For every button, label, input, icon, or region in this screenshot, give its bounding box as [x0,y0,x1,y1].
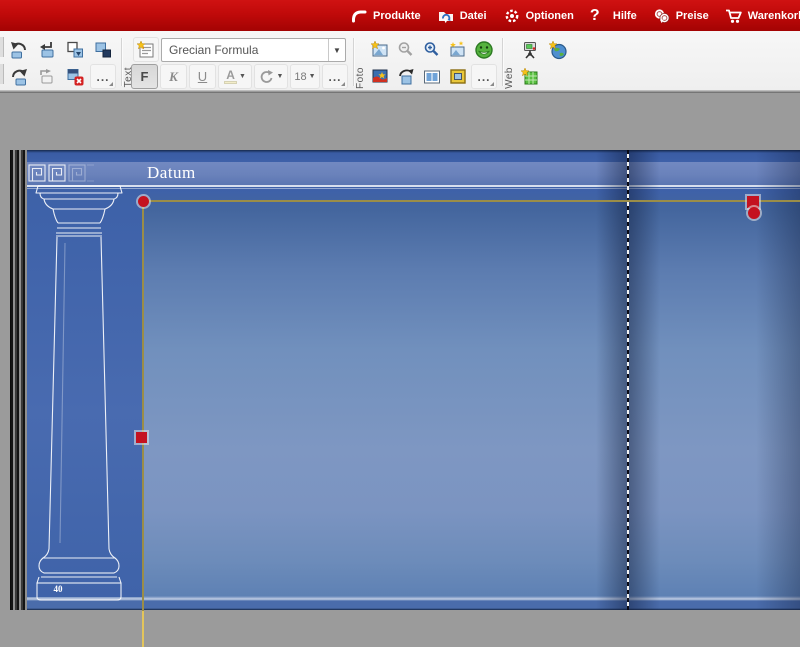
page-number-text: 40 [43,584,73,594]
chevron-down-icon: ▼ [239,73,246,80]
photo-group-label: Foto [355,67,366,89]
font-list-button[interactable] [133,37,159,62]
zoom-out-photo-button[interactable] [393,37,419,62]
question-icon: ? [590,7,608,25]
split-view-button[interactable] [419,64,445,89]
rotate-text-button[interactable]: ▼ [254,64,288,89]
corner-expand-icon [341,82,345,86]
banner-title-text[interactable]: Datum [147,163,196,183]
font-color-letter: A [224,70,237,84]
corner-expand-icon [490,82,494,86]
menu-label: Preise [676,10,709,22]
clipped-button-edge [0,37,4,57]
chevron-down-icon: ▼ [659,19,665,25]
menu-item-warenkorb[interactable]: Warenkorb [725,0,800,31]
underline-button[interactable]: U [189,64,216,89]
menu-item-produkte[interactable]: Produkte [350,0,421,31]
selection-guide-left [142,201,144,647]
menu-label: Hilfe [613,10,637,22]
font-family-value: Grecian Formula [162,43,328,57]
menu-label: Datei [460,10,487,22]
font-size-value: 18 [294,71,306,83]
fold-dashed-line [627,150,629,610]
chevron-down-icon: ▼ [309,73,316,80]
smiley-button[interactable] [471,37,497,62]
bold-button[interactable]: F [131,64,158,89]
gear-icon [503,7,521,25]
chevron-down-icon[interactable]: ▼ [328,39,345,61]
add-photo-button[interactable] [367,37,393,62]
card-spine [10,150,27,610]
menu-label: Warenkorb [748,10,800,22]
bring-forward-button[interactable] [62,37,88,62]
chevron-down-icon: ▼ [277,73,284,80]
folder-icon: ▼ [437,7,455,25]
duplicate-button[interactable] [34,64,60,89]
presentation-button[interactable] [517,37,543,62]
menubar: Produkte ▼ Datei Optionen ? Hilfe ▼ Prei… [0,0,800,31]
web-globe-button[interactable] [545,37,571,62]
menu-item-datei[interactable]: ▼ Datei [437,0,487,31]
text-more-button[interactable]: ... [322,64,348,89]
font-size-dropdown[interactable]: 18 ▼ [290,64,320,89]
move-to-layer-button[interactable] [34,37,60,62]
menu-label: Optionen [526,10,574,22]
font-family-combobox[interactable]: Grecian Formula ▼ [161,38,346,62]
menu-item-hilfe[interactable]: ? Hilfe [590,0,637,31]
toolbar-separator [121,38,122,86]
redo-button[interactable] [6,64,32,89]
rotate-photo-button[interactable] [393,64,419,89]
selection-guide-left-extension [142,611,144,647]
chevron-down-icon: ▼ [443,19,449,25]
undo-button[interactable] [6,37,32,62]
app-window: Produkte ▼ Datei Optionen ? Hilfe ▼ Prei… [0,0,800,647]
zoom-in-photo-button[interactable] [419,37,445,62]
pipe-icon [350,7,368,25]
banner-divider-line [27,185,800,187]
card-title-banner [27,162,800,185]
delete-object-button[interactable] [62,64,88,89]
italic-button[interactable]: K [160,64,187,89]
photo-color-button[interactable] [367,64,393,89]
web-group-label: Web [504,67,515,89]
banner-divider-line [27,188,800,189]
selection-handle-top-left[interactable] [138,196,149,207]
font-color-button[interactable]: A ▼ [218,64,252,89]
greek-key-ornament [28,164,94,183]
selection-handle-rotate[interactable] [748,207,760,219]
toolbar-separator [353,38,354,86]
toolbar-separator [502,38,503,86]
send-backward-button[interactable] [90,37,116,62]
greek-column-illustration [31,183,127,603]
selection-guide-top [143,200,800,202]
menu-item-preise[interactable]: ▼ Preise [653,0,709,31]
card-page[interactable]: Datum 40 [10,150,800,610]
web-grid-button[interactable] [517,64,543,89]
selection-handle-middle-left[interactable] [136,432,147,443]
corner-expand-icon [109,82,113,86]
clipped-button-edge [0,64,4,84]
toolbar: ... Text Grecian Formula ▼ F K U A ▼ ▼ [0,31,800,91]
menu-item-optionen[interactable]: Optionen [503,0,574,31]
right-edge-shadow [756,150,800,610]
cart-icon [725,7,743,25]
photo-frame-button[interactable] [445,64,471,89]
object-more-button[interactable]: ... [90,64,116,89]
photo-more-button[interactable]: ... [471,64,497,89]
photo-effects-button[interactable] [445,37,471,62]
coins-icon: ▼ [653,7,671,25]
menu-label: Produkte [373,10,421,22]
